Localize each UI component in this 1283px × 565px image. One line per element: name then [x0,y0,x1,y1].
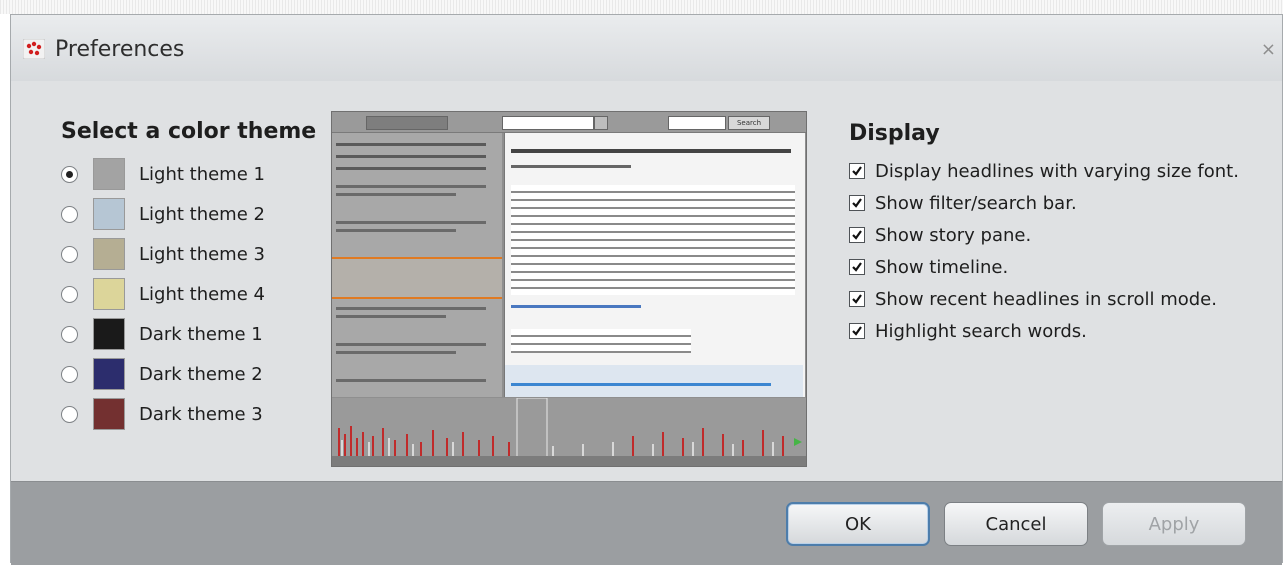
checkbox[interactable] [849,195,865,211]
theme-label: Light theme 3 [139,243,265,265]
checkmark-icon [852,294,862,304]
theme-label: Light theme 4 [139,283,265,305]
checkbox[interactable] [849,227,865,243]
theme-option[interactable]: Light theme 2 [61,197,265,231]
display-option[interactable]: Highlight search words. [849,319,1087,343]
theme-swatch [93,278,125,310]
theme-label: Light theme 2 [139,203,265,225]
theme-label: Dark theme 3 [139,403,263,425]
theme-preview-image: Search [331,111,807,467]
radio-button[interactable] [61,245,78,263]
radio-button[interactable] [61,365,78,383]
preview-toolbar: Search [332,112,806,133]
theme-swatch [93,358,125,390]
radio-button[interactable] [61,205,78,223]
theme-swatch [93,318,125,350]
theme-swatch [93,198,125,230]
display-option-label: Display headlines with varying size font… [875,160,1239,182]
apply-button[interactable]: Apply [1102,502,1246,546]
radio-button[interactable] [61,325,78,343]
color-theme-heading: Select a color theme [61,119,317,144]
theme-option[interactable]: Light theme 4 [61,277,265,311]
radio-button[interactable] [61,165,78,183]
theme-swatch [93,398,125,430]
window-top-strip [0,0,1283,14]
dialog-content: Select a color theme Light theme 1 Light… [11,81,1282,481]
theme-swatch [93,158,125,190]
close-icon[interactable]: × [1261,39,1276,60]
display-option-label: Show filter/search bar. [875,192,1077,214]
display-heading: Display [849,121,940,146]
theme-option[interactable]: Dark theme 2 [61,357,263,391]
checkmark-icon [852,166,862,176]
theme-option[interactable]: Light theme 3 [61,237,265,271]
cancel-button[interactable]: Cancel [944,502,1088,546]
checkmark-icon [852,198,862,208]
display-option[interactable]: Show recent headlines in scroll mode. [849,287,1217,311]
radio-button[interactable] [61,405,78,423]
preview-headline-list [332,133,502,397]
radio-selected-dot [66,170,73,178]
checkbox[interactable] [849,163,865,179]
display-option[interactable]: Display headlines with varying size font… [849,159,1239,183]
dialog-title: Preferences [55,37,185,62]
display-option[interactable]: Show filter/search bar. [849,191,1077,215]
preferences-dialog: Preferences × Select a color theme Light… [10,14,1283,565]
checkmark-icon [852,230,862,240]
theme-label: Light theme 1 [139,163,265,185]
theme-option[interactable]: Dark theme 1 [61,317,263,351]
theme-label: Dark theme 1 [139,323,263,345]
theme-option[interactable]: Light theme 1 [61,157,265,191]
preview-timeline [332,398,806,466]
theme-swatch [93,238,125,270]
checkbox[interactable] [849,291,865,307]
checkmark-icon [852,326,862,336]
display-option[interactable]: Show timeline. [849,255,1008,279]
radio-button[interactable] [61,285,78,303]
display-option-label: Highlight search words. [875,320,1087,342]
checkbox[interactable] [849,323,865,339]
checkbox[interactable] [849,259,865,275]
theme-label: Dark theme 2 [139,363,263,385]
theme-option[interactable]: Dark theme 3 [61,397,263,431]
checkmark-icon [852,262,862,272]
preview-search-button: Search [728,116,770,130]
ok-button[interactable]: OK [786,502,930,546]
preferences-app-icon [23,39,45,59]
display-option[interactable]: Show story pane. [849,223,1031,247]
display-option-label: Show story pane. [875,224,1032,246]
title-bar: Preferences × [11,15,1282,82]
display-option-label: Show recent headlines in scroll mode. [875,288,1217,310]
preview-story-pane [504,133,805,397]
display-option-label: Show timeline. [875,256,1009,278]
button-bar: OK Cancel Apply [11,481,1282,565]
